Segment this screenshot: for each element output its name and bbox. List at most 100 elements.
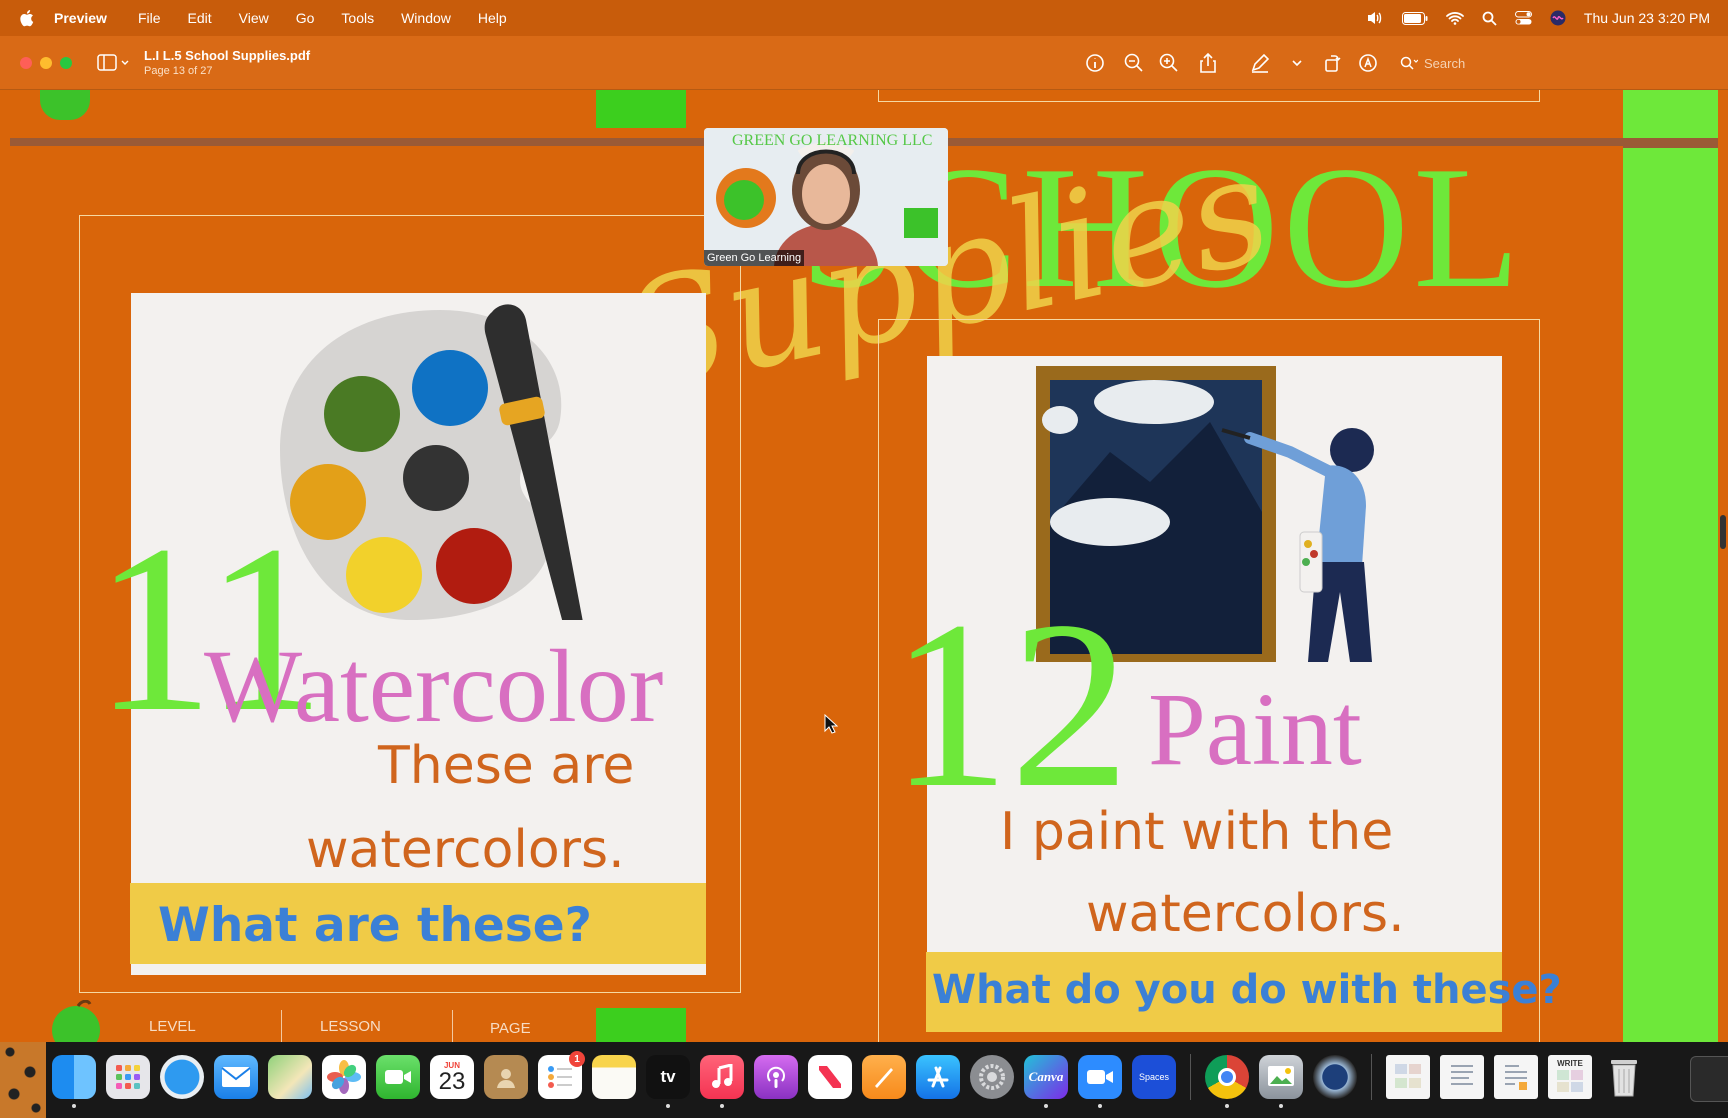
share-icon[interactable]	[1196, 51, 1220, 75]
annotate-icon[interactable]	[1356, 51, 1380, 75]
system-preferences-icon[interactable]	[970, 1055, 1014, 1099]
dock-divider	[1371, 1054, 1372, 1100]
search-input[interactable]	[1424, 55, 1514, 71]
control-center-icon[interactable]	[1514, 11, 1532, 25]
palette-dot-red	[436, 528, 512, 604]
prev-page-logo	[40, 90, 90, 120]
apple-icon[interactable]	[20, 9, 36, 27]
menu-file[interactable]: File	[138, 10, 161, 26]
mail-icon[interactable]	[214, 1055, 258, 1099]
trash-icon[interactable]	[1602, 1055, 1646, 1099]
menu-bar: Preview File Edit View Go Tools Window H…	[0, 0, 1728, 36]
quicktime-icon[interactable]	[1313, 1055, 1357, 1099]
reminders-badge: 1	[569, 1051, 585, 1067]
apple-tv-icon[interactable]: tv	[646, 1055, 690, 1108]
palette-dot-blue	[412, 350, 488, 426]
recent-document-icon[interactable]	[1494, 1055, 1538, 1099]
markup-pen-icon[interactable]	[1248, 51, 1272, 75]
footer-lesson-label: LESSON	[320, 1018, 381, 1035]
maps-icon[interactable]	[268, 1055, 312, 1099]
canva-icon[interactable]: Canva	[1024, 1055, 1068, 1108]
video-call-tile[interactable]: GREEN GO LEARNING LLC Green Go Learning	[704, 128, 948, 266]
chrome-icon[interactable]	[1205, 1055, 1249, 1108]
page-separator-strip	[1623, 138, 1718, 148]
app-store-icon[interactable]	[916, 1055, 960, 1099]
card-sentence-line1-paint: I paint with the	[1000, 802, 1394, 862]
painter-shirt	[1316, 465, 1366, 566]
pages-icon[interactable]	[862, 1055, 906, 1099]
finder-icon[interactable]	[52, 1055, 96, 1108]
menu-help[interactable]: Help	[478, 10, 507, 26]
card-sentence-line1-watercolor: These are	[378, 736, 635, 796]
dock: JUN 23 1 tv Canva Spaces WRITE	[0, 1042, 1728, 1118]
video-banner-text: GREEN GO LEARNING LLC	[732, 132, 933, 149]
zoom-in-icon[interactable]	[1157, 51, 1181, 75]
siri-icon[interactable]	[1550, 10, 1566, 26]
preview-app-icon[interactable]	[1259, 1055, 1303, 1108]
footer-divider	[281, 1010, 282, 1042]
menu-edit[interactable]: Edit	[188, 10, 212, 26]
page-side-strip	[1623, 90, 1718, 1042]
palette-dot-green	[324, 376, 400, 452]
recent-document-icon[interactable]	[1386, 1055, 1430, 1099]
painter-head	[1330, 428, 1374, 472]
menu-go[interactable]: Go	[296, 10, 315, 26]
palette-dot-yellow	[346, 537, 422, 613]
card-sentence-line2-watercolor: watercolors.	[306, 820, 625, 880]
info-icon[interactable]	[1083, 51, 1107, 75]
sidebar-toggle-icon[interactable]	[96, 52, 132, 74]
write-label: WRITE	[1557, 1059, 1583, 1068]
facetime-icon[interactable]	[376, 1055, 420, 1099]
footer-divider	[452, 1010, 453, 1042]
qr-code-top	[596, 90, 686, 128]
launchpad-icon[interactable]	[106, 1055, 150, 1099]
rotate-icon[interactable]	[1320, 51, 1344, 75]
spaces-icon[interactable]: Spaces	[1132, 1055, 1176, 1099]
volume-icon[interactable]	[1366, 10, 1384, 26]
menu-window[interactable]: Window	[401, 10, 451, 26]
menu-app-name[interactable]: Preview	[54, 10, 107, 26]
podcasts-icon[interactable]	[754, 1055, 798, 1099]
menu-tools[interactable]: Tools	[341, 10, 374, 26]
apple-tv-label: tv	[660, 1067, 676, 1086]
zoom-out-icon[interactable]	[1122, 51, 1146, 75]
chevron-down-icon[interactable]	[1285, 51, 1309, 75]
spotlight-search-icon[interactable]	[1482, 11, 1497, 26]
notes-icon[interactable]	[592, 1055, 636, 1099]
news-icon[interactable]	[808, 1055, 852, 1099]
footer-level-label: LEVEL	[149, 1018, 196, 1035]
spaces-label: Spaces	[1138, 1072, 1170, 1082]
painting-cloud-top	[1094, 380, 1214, 424]
zoom-icon[interactable]	[1078, 1055, 1122, 1108]
dock-divider	[1190, 1054, 1191, 1100]
participant-name-label: Green Go Learning	[704, 250, 805, 266]
card-sentence-line2-paint: watercolors.	[1086, 884, 1405, 944]
wifi-icon[interactable]	[1446, 11, 1464, 25]
desktop-wallpaper-edge	[0, 1042, 46, 1118]
search-icon	[1400, 56, 1418, 70]
safari-icon[interactable]	[160, 1055, 204, 1099]
window-minimize-button[interactable]	[40, 57, 52, 69]
preview-toolbar: L.I L.5 School Supplies.pdf Page 13 of 2…	[0, 36, 1728, 90]
qr-code-bottom	[596, 1008, 686, 1042]
card-question-paint: What do you do with these?	[932, 967, 1562, 1013]
photos-icon[interactable]	[322, 1055, 366, 1099]
window-close-button[interactable]	[20, 57, 32, 69]
reminders-icon[interactable]: 1	[538, 1051, 585, 1099]
menu-view[interactable]: View	[239, 10, 269, 26]
search-field[interactable]	[1394, 50, 1518, 76]
menubar-clock[interactable]: Thu Jun 23 3:20 PM	[1584, 10, 1710, 26]
recent-document-write-icon[interactable]: WRITE	[1548, 1055, 1592, 1099]
contacts-icon[interactable]	[484, 1055, 528, 1099]
battery-icon[interactable]	[1401, 11, 1428, 25]
page-indicator: Page 13 of 27	[144, 65, 213, 77]
recent-document-icon[interactable]	[1440, 1055, 1484, 1099]
vertical-scrollbar[interactable]	[1720, 515, 1726, 549]
card-number-12: 12	[890, 571, 1130, 837]
music-icon[interactable]	[700, 1055, 744, 1108]
window-zoom-button[interactable]	[60, 57, 72, 69]
calendar-icon[interactable]: JUN 23	[430, 1055, 474, 1099]
painting-cloud-middle	[1050, 498, 1170, 546]
document-title: L.I L.5 School Supplies.pdf	[144, 48, 311, 63]
downloads-stack-icon[interactable]	[1690, 1056, 1728, 1102]
